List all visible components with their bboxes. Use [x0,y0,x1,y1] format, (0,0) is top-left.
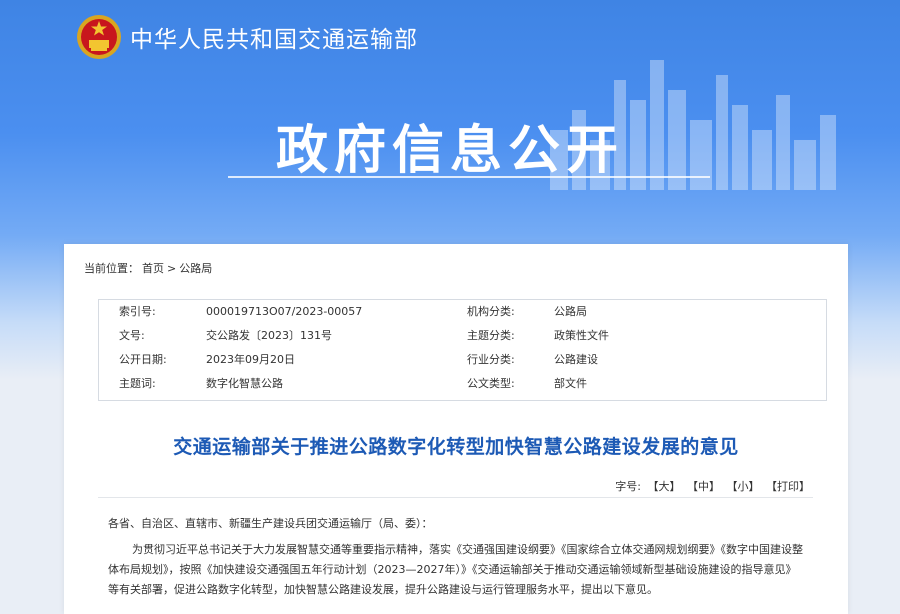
section-title: 政府信息公开 [275,121,624,181]
metadata-value: 000019713O07/2023-00057 [206,305,363,318]
metadata-value: 政策性文件 [554,329,609,342]
metadata-key: 机构分类: [467,305,515,318]
content-card: 当前位置： 首页 > 公路局 索引号: 000019713O07/2023-00057… [64,244,848,614]
breadcrumb-home-link[interactable]: 首页 [142,262,164,275]
breadcrumb-current-link[interactable]: 公路局 [179,262,212,275]
metadata-row: 文号: 交公路发〔2023〕131号 主题分类: 政策性文件 [99,324,826,348]
ministry-name[interactable]: 中华人民共和国交通运输部 [130,20,418,54]
metadata-value: 公路建设 [554,353,598,366]
article-title: 交通运输部关于推进公路数字化转型加快智慧公路建设发展的意见 [173,436,739,458]
metadata-key: 主题分类: [467,329,515,342]
breadcrumb-label: 当前位置： [84,262,139,275]
metadata-key: 索引号: [119,305,156,318]
font-size-controls: 字号: 【大】 【中】 【小】 【打印】 [612,478,810,494]
paragraph-line: 体布局规划》，按照《加快建设交通强国五年行动计划（2023—2027年）》《交通… [108,563,797,576]
metadata-value: 部文件 [554,377,587,390]
metadata-key: 主题词: [119,377,156,390]
title-divider [228,176,710,178]
metadata-row: 公开日期: 2023年09月20日 行业分类: 公路建设 [99,348,826,372]
metadata-key: 公文类型: [467,377,515,390]
breadcrumb: 当前位置： 首页 > 公路局 [84,260,215,276]
addressee-text: 各省、自治区、直辖市、新疆生产建设兵团交通运输厅（局、委）： [108,517,433,530]
national-emblem-icon [77,15,121,59]
print-button[interactable]: 【打印】 [766,480,810,493]
metadata-key: 文号: [119,329,145,342]
document-metadata-table: 索引号: 000019713O07/2023-00057 机构分类: 公路局 文… [98,299,827,401]
font-large-button[interactable]: 【大】 [648,480,681,493]
font-size-label: 字号: [615,480,641,493]
breadcrumb-separator: > [167,262,177,275]
metadata-value: 2023年09月20日 [206,353,295,366]
font-small-button[interactable]: 【小】 [727,480,760,493]
metadata-value: 数字化智慧公路 [206,377,283,390]
metadata-row: 索引号: 000019713O07/2023-00057 机构分类: 公路局 [99,300,826,324]
metadata-key: 行业分类: [467,353,515,366]
content-divider [98,497,813,498]
paragraph-line: 等有关部署，促进公路数字化转型，加快智慧公路建设发展，提升公路建设与运行管理服务… [108,583,658,596]
metadata-key: 公开日期: [119,353,167,366]
metadata-value: 公路局 [554,305,587,318]
paragraph-line: 为贯彻习近平总书记关于大力发展智慧交通等重要指示精神，落实《交通强国建设纲要》《… [132,543,803,556]
metadata-value: 交公路发〔2023〕131号 [206,329,332,342]
metadata-row: 主题词: 数字化智慧公路 公文类型: 部文件 [99,372,826,396]
font-medium-button[interactable]: 【中】 [687,480,720,493]
